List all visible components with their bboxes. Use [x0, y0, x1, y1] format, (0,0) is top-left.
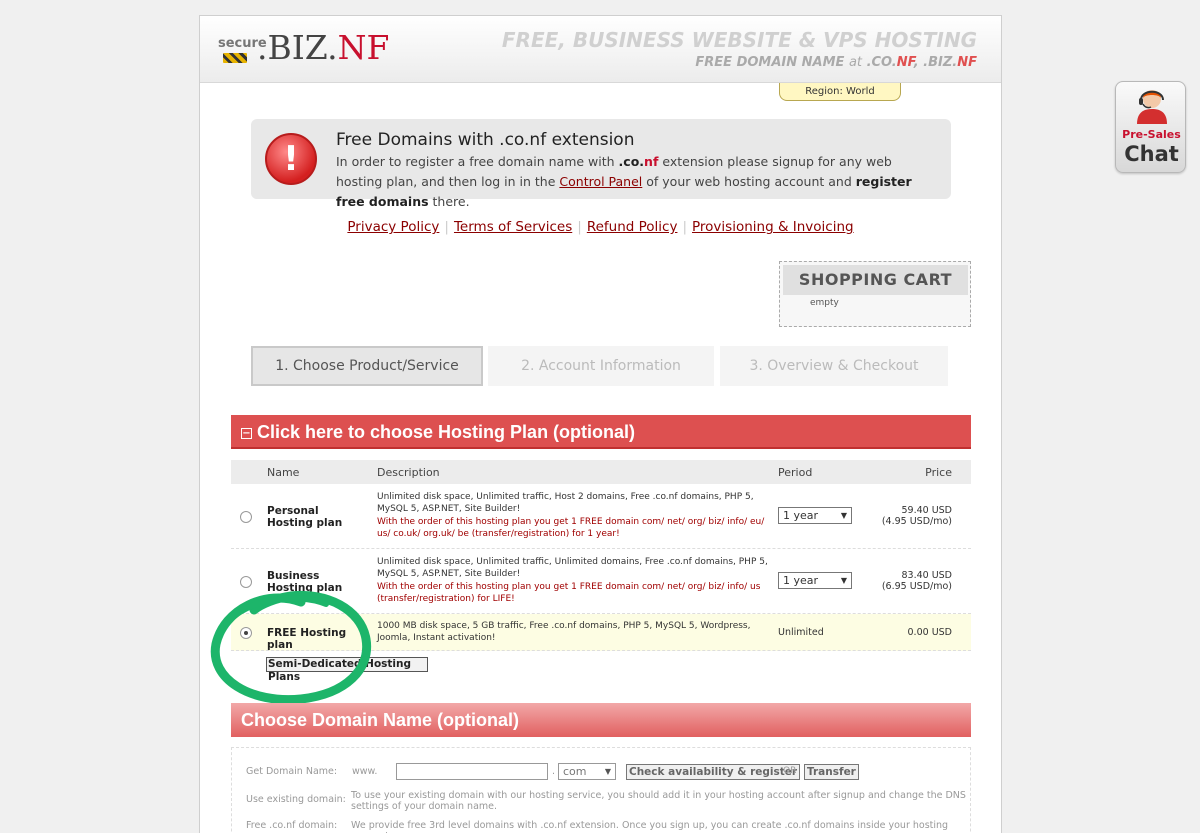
notice-title: Free Domains with .co.nf extension	[336, 130, 635, 150]
get-domain-label: Get Domain Name:	[246, 766, 338, 777]
period-select-business[interactable]: 1 year	[778, 572, 852, 589]
plan-radio-personal[interactable]	[240, 511, 252, 523]
secure-badge-icon	[223, 53, 247, 63]
plan-period: Unlimited	[778, 627, 824, 638]
plan-description: Unlimited disk space, Unlimited traffic,…	[377, 492, 769, 540]
or-label: OR	[783, 766, 797, 776]
exclamation-icon: !	[265, 133, 317, 185]
dot-separator: .	[552, 766, 556, 777]
page-container: secure .BIZ.NF FREE, BUSINESS WEBSITE & …	[199, 15, 1002, 833]
plan-promo: With the order of this hosting plan you …	[377, 582, 761, 604]
plan-description: Unlimited disk space, Unlimited traffic,…	[377, 557, 768, 604]
check-availability-button[interactable]: Check availability & register	[626, 764, 801, 780]
support-agent-icon	[1137, 90, 1167, 124]
chat-label: Chat	[1124, 142, 1179, 166]
policy-links: Privacy Policy | Terms of Services | Refund …	[347, 219, 854, 235]
column-description: Description	[377, 466, 440, 479]
green-highlight-circle	[210, 590, 372, 705]
region-selector[interactable]: Region: World	[779, 83, 901, 101]
column-period: Period	[778, 466, 813, 479]
cart-status: empty	[810, 298, 839, 308]
tagline-sub: FREE DOMAIN NAME at .CO.NF, .BIZ.NF	[695, 55, 977, 70]
pre-sales-chat-button[interactable]: Pre-Sales Chat	[1115, 81, 1186, 173]
terms-of-services-link[interactable]: Terms of Services	[454, 219, 572, 235]
refund-policy-link[interactable]: Refund Policy	[587, 219, 678, 235]
tagline-main: FREE, BUSINESS WEBSITE & VPS HOSTING	[501, 28, 977, 52]
transfer-button[interactable]: Transfer	[804, 764, 859, 780]
step-account-information: 2. Account Information	[488, 346, 714, 386]
step-overview-checkout: 3. Overview & Checkout	[720, 346, 948, 386]
domain-name-input[interactable]	[396, 763, 548, 780]
site-header: secure .BIZ.NF FREE, BUSINESS WEBSITE & …	[200, 16, 1001, 83]
cart-title: SHOPPING CART	[783, 265, 968, 295]
shopping-cart[interactable]: SHOPPING CART empty	[779, 261, 971, 327]
tagline: FREE, BUSINESS WEBSITE & VPS HOSTING FRE…	[502, 28, 977, 70]
plan-description: 1000 MB disk space, 5 GB traffic, Free .…	[377, 621, 751, 643]
domain-section-header[interactable]: Choose Domain Name (optional)	[231, 703, 971, 737]
table-header: Name Description Period Price	[231, 460, 971, 484]
plan-price: 59.40 USD (4.95 USD/mo)	[881, 505, 952, 527]
existing-domain-text: To use your existing domain with our hos…	[351, 790, 966, 812]
plan-promo: With the order of this hosting plan you …	[377, 517, 765, 539]
existing-domain-label: Use existing domain:	[246, 794, 346, 805]
free-domain-text: We provide free 3rd level domains with .…	[351, 820, 949, 833]
free-domain-label: Free .co.nf domain:	[246, 820, 338, 831]
plan-price: 83.40 USD (6.95 USD/mo)	[881, 570, 952, 592]
chat-pre-sales-label: Pre-Sales	[1122, 128, 1181, 141]
plan-row-personal[interactable]: Personal Hosting plan Unlimited disk spa…	[231, 484, 971, 549]
provisioning-invoicing-link[interactable]: Provisioning & Invoicing	[692, 219, 854, 235]
control-panel-link[interactable]: Control Panel	[559, 174, 642, 189]
column-name: Name	[267, 466, 300, 479]
free-domain-notice: ! Free Domains with .co.nf extension In …	[251, 119, 951, 209]
column-price: Price	[925, 466, 952, 479]
hosting-plan-toggle[interactable]: − Click here to choose Hosting Plan (opti…	[231, 415, 971, 449]
logo-text: .BIZ.NF	[257, 28, 390, 67]
plan-name: Personal Hosting plan	[267, 505, 343, 529]
collapse-icon: −	[241, 428, 252, 439]
domain-form: Get Domain Name: www. . com Check availa…	[231, 747, 971, 833]
hosting-section-title: Click here to choose Hosting Plan (optio…	[257, 422, 636, 442]
plan-price: 0.00 USD	[907, 627, 952, 638]
notice-text: In order to register a free domain name …	[336, 154, 912, 209]
privacy-policy-link[interactable]: Privacy Policy	[347, 219, 439, 235]
www-prefix: www.	[352, 766, 378, 777]
checkout-steps: 1. Choose Product/Service 2. Account Inf…	[251, 346, 951, 386]
step-choose-product[interactable]: 1. Choose Product/Service	[251, 346, 483, 386]
period-select-personal[interactable]: 1 year	[778, 507, 852, 524]
tld-select[interactable]: com	[558, 763, 616, 780]
